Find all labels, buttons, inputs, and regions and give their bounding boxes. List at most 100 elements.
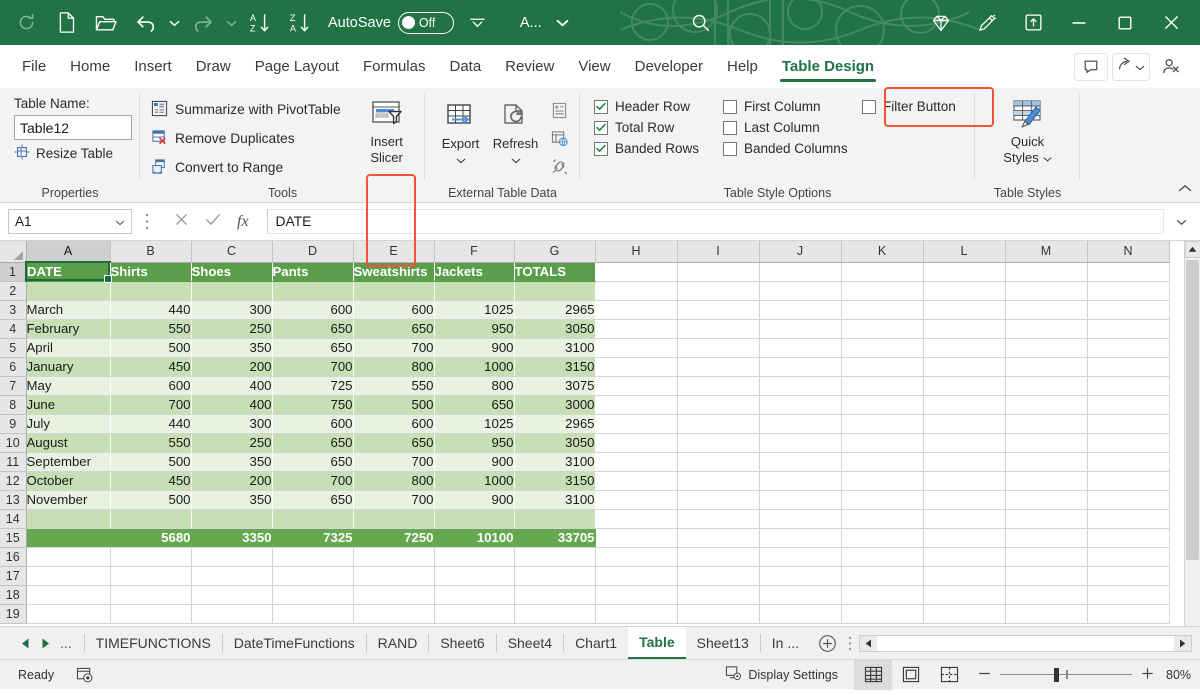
cell-H19[interactable] [595,604,677,623]
row-header-18[interactable]: 18 [0,585,26,604]
tab-help[interactable]: Help [715,53,770,80]
macro-record-icon[interactable] [54,667,94,683]
cell-M1[interactable] [1005,262,1087,281]
cell-E16[interactable] [353,547,434,566]
cell-L15[interactable] [923,528,1005,547]
scroll-up-icon[interactable] [1185,241,1200,258]
cell-N8[interactable] [1087,395,1169,414]
cell-H2[interactable] [595,281,677,300]
title-dropdown-caret-icon[interactable] [554,6,571,40]
cell-K16[interactable] [841,547,923,566]
name-box[interactable]: A1 [8,209,132,234]
sheet-tab-rand[interactable]: RAND [367,627,429,659]
row-header-8[interactable]: 8 [0,395,26,414]
cell-K18[interactable] [841,585,923,604]
cell-D18[interactable] [272,585,353,604]
zoom-out-icon[interactable] [978,667,991,683]
cell-I3[interactable] [677,300,759,319]
cell-F4[interactable]: 950 [434,319,514,338]
cell-J17[interactable] [759,566,841,585]
sheet-tab-table[interactable]: Table [628,627,686,659]
cell-N18[interactable] [1087,585,1169,604]
tab-home[interactable]: Home [58,53,122,80]
cell-A17[interactable] [26,566,110,585]
cell-G16[interactable] [514,547,595,566]
next-sheet-icon[interactable] [36,638,54,649]
cell-B18[interactable] [110,585,191,604]
cell-M13[interactable] [1005,490,1087,509]
column-header-k[interactable]: K [841,241,923,262]
cell-D6[interactable]: 700 [272,357,353,376]
maximize-icon[interactable] [1102,0,1148,45]
cell-M6[interactable] [1005,357,1087,376]
cell-G11[interactable]: 3100 [514,452,595,471]
cell-H18[interactable] [595,585,677,604]
cell-H5[interactable] [595,338,677,357]
cell-K2[interactable] [841,281,923,300]
cell-A12[interactable]: October [26,471,110,490]
cell-H3[interactable] [595,300,677,319]
cell-J5[interactable] [759,338,841,357]
cell-L14[interactable] [923,509,1005,528]
search-icon[interactable] [677,0,723,45]
cell-F8[interactable]: 650 [434,395,514,414]
cell-M17[interactable] [1005,566,1087,585]
cell-D8[interactable]: 750 [272,395,353,414]
row-header-3[interactable]: 3 [0,300,26,319]
cell-M11[interactable] [1005,452,1087,471]
normal-view-icon[interactable] [854,660,892,690]
expand-formula-bar-icon[interactable] [1170,218,1192,226]
cell-C15[interactable]: 3350 [191,528,272,547]
cell-J11[interactable] [759,452,841,471]
column-header-g[interactable]: G [514,241,595,262]
cell-K3[interactable] [841,300,923,319]
column-header-d[interactable]: D [272,241,353,262]
cell-M16[interactable] [1005,547,1087,566]
cell-C16[interactable] [191,547,272,566]
cell-I16[interactable] [677,547,759,566]
cell-J3[interactable] [759,300,841,319]
cell-B8[interactable]: 700 [110,395,191,414]
refresh-icon[interactable] [6,6,46,40]
cell-G5[interactable]: 3100 [514,338,595,357]
cell-C2[interactable] [191,281,272,300]
undo-icon[interactable] [126,6,166,40]
cell-H12[interactable] [595,471,677,490]
cell-G10[interactable]: 3050 [514,433,595,452]
cell-M19[interactable] [1005,604,1087,623]
checkbox-banded-columns[interactable]: Banded Columns [723,141,858,156]
cell-B15[interactable]: 5680 [110,528,191,547]
cell-G2[interactable] [514,281,595,300]
row-header-9[interactable]: 9 [0,414,26,433]
pen-icon[interactable] [964,0,1010,45]
cell-F6[interactable]: 1000 [434,357,514,376]
row-header-16[interactable]: 16 [0,547,26,566]
cell-E9[interactable]: 600 [353,414,434,433]
cell-D11[interactable]: 650 [272,452,353,471]
cell-H10[interactable] [595,433,677,452]
cell-C10[interactable]: 250 [191,433,272,452]
cell-F5[interactable]: 900 [434,338,514,357]
cell-L2[interactable] [923,281,1005,300]
cell-A11[interactable]: September [26,452,110,471]
cell-K4[interactable] [841,319,923,338]
cell-M10[interactable] [1005,433,1087,452]
cell-K1[interactable] [841,262,923,281]
cell-J14[interactable] [759,509,841,528]
cell-D17[interactable] [272,566,353,585]
tab-table-design[interactable]: Table Design [770,53,886,80]
sheet-tab-sheet4[interactable]: Sheet4 [497,627,563,659]
cell-G18[interactable] [514,585,595,604]
cell-L11[interactable] [923,452,1005,471]
cell-N7[interactable] [1087,376,1169,395]
row-header-4[interactable]: 4 [0,319,26,338]
tab-insert[interactable]: Insert [122,53,184,80]
zoom-slider[interactable] [1000,668,1132,682]
cell-E13[interactable]: 700 [353,490,434,509]
cell-J7[interactable] [759,376,841,395]
checkbox-total-row[interactable]: Total Row [594,120,719,135]
cell-B16[interactable] [110,547,191,566]
cell-L1[interactable] [923,262,1005,281]
cell-D16[interactable] [272,547,353,566]
column-header-l[interactable]: L [923,241,1005,262]
